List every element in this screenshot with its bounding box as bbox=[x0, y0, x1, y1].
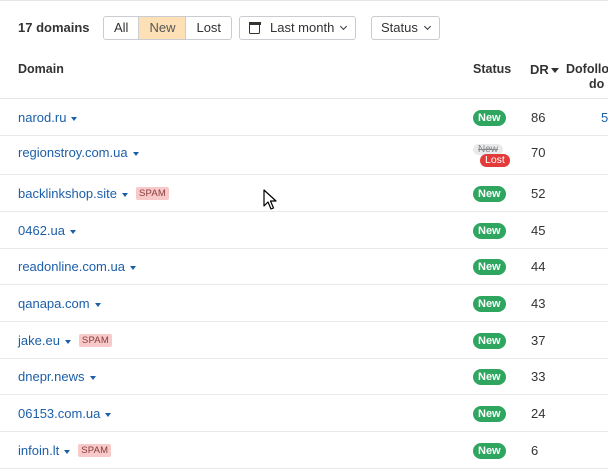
caret-down-icon[interactable] bbox=[132, 151, 139, 156]
caret-down-icon[interactable] bbox=[105, 412, 112, 417]
column-header-dofollow[interactable]: Dofollo do bbox=[566, 62, 608, 92]
dr-value: 70 bbox=[531, 145, 546, 160]
spam-badge: SPAM bbox=[78, 444, 112, 457]
date-range-dropdown[interactable]: Last month bbox=[239, 16, 357, 40]
dr-value: 45 bbox=[531, 223, 546, 238]
status-badge-new: New bbox=[473, 110, 506, 126]
domain-link[interactable]: qanapa.com bbox=[18, 296, 101, 311]
domain-link[interactable]: 0462.ua bbox=[18, 223, 76, 238]
status-badge-new: New bbox=[473, 443, 506, 459]
status-badge-new: New bbox=[473, 223, 506, 239]
status-badge-new: New bbox=[473, 406, 506, 422]
status-filter-segmented-control: All New Lost bbox=[103, 16, 233, 40]
domain-link[interactable]: readonline.com.ua bbox=[18, 259, 136, 274]
table-row: 0462.ua New 45 bbox=[0, 212, 608, 249]
status-badge-new: New bbox=[473, 369, 506, 385]
table-header: Domain Status DR Dofollo do bbox=[0, 51, 608, 99]
dofollow-header-line2: do bbox=[589, 77, 605, 91]
caret-down-icon[interactable] bbox=[64, 449, 71, 454]
dr-value: 24 bbox=[531, 406, 546, 421]
table-row: regionstroy.com.ua New Lost 70 bbox=[0, 136, 608, 175]
status-badge-new: New bbox=[473, 186, 506, 202]
caret-down-icon[interactable] bbox=[89, 375, 96, 380]
table-row: dnepr.news New 33 bbox=[0, 359, 608, 395]
table-row: narod.ru New 86 5 bbox=[0, 99, 608, 136]
dr-value: 37 bbox=[531, 333, 546, 348]
caret-down-icon[interactable] bbox=[70, 229, 76, 234]
table-row: infoin.lt SPAM New 6 bbox=[0, 432, 608, 469]
domain-name: jake.eu bbox=[18, 333, 60, 348]
status-badge-new: New bbox=[473, 259, 506, 275]
caret-down-icon[interactable] bbox=[129, 265, 136, 270]
filter-new-button[interactable]: New bbox=[139, 17, 187, 39]
sort-desc-icon bbox=[550, 68, 559, 73]
domain-name: infoin.lt bbox=[18, 443, 60, 458]
date-range-label: Last month bbox=[270, 20, 335, 35]
domain-link[interactable]: 06153.com.ua bbox=[18, 406, 112, 421]
domain-link[interactable]: infoin.lt SPAM bbox=[18, 443, 112, 458]
dr-value: 43 bbox=[531, 296, 546, 311]
caret-down-icon[interactable] bbox=[122, 192, 128, 197]
column-header-domain: Domain bbox=[18, 62, 64, 76]
status-badge-lost: Lost bbox=[480, 154, 510, 167]
domain-count: 17 domains bbox=[18, 20, 90, 35]
caret-down-icon[interactable] bbox=[94, 302, 101, 307]
dr-value: 52 bbox=[531, 186, 546, 201]
dofollow-value[interactable]: 5 bbox=[601, 110, 608, 125]
domain-name: 06153.com.ua bbox=[18, 406, 101, 421]
caret-down-icon[interactable] bbox=[64, 339, 71, 344]
table-row: 06153.com.ua New 24 bbox=[0, 395, 608, 432]
status-badge-new: New bbox=[473, 333, 506, 349]
domain-name: backlinkshop.site bbox=[18, 186, 117, 201]
domain-name: readonline.com.ua bbox=[18, 259, 125, 274]
dr-value: 86 bbox=[531, 110, 546, 125]
dr-value: 44 bbox=[531, 259, 546, 274]
table-row: readonline.com.ua New 44 bbox=[0, 249, 608, 285]
table-row: backlinkshop.site SPAM New 52 bbox=[0, 175, 608, 212]
table-row: jake.eu SPAM New 37 bbox=[0, 322, 608, 359]
status-dropdown-label: Status bbox=[381, 20, 418, 35]
domain-link[interactable]: regionstroy.com.ua bbox=[18, 145, 139, 160]
backlinks-referring-domains-panel: 17 domains All New Lost Last month Statu… bbox=[0, 0, 608, 469]
status-dropdown[interactable]: Status bbox=[371, 16, 440, 40]
column-header-dr[interactable]: DR bbox=[530, 62, 559, 77]
calendar-icon bbox=[248, 22, 261, 34]
spam-badge: SPAM bbox=[78, 334, 112, 347]
domain-link[interactable]: dnepr.news bbox=[18, 369, 96, 384]
dr-value: 6 bbox=[531, 443, 539, 458]
chevron-down-icon bbox=[340, 22, 348, 31]
status-badge-new: New bbox=[473, 296, 506, 312]
domain-link[interactable]: backlinkshop.site SPAM bbox=[18, 186, 170, 201]
chevron-down-icon bbox=[423, 22, 431, 31]
domain-name: narod.ru bbox=[18, 110, 67, 125]
dr-value: 33 bbox=[531, 369, 546, 384]
dr-header-label: DR bbox=[530, 62, 549, 77]
dofollow-header-line1: Dofollo bbox=[566, 62, 608, 76]
column-header-status: Status bbox=[473, 62, 512, 76]
domain-name: 0462.ua bbox=[18, 223, 65, 238]
domain-link[interactable]: jake.eu SPAM bbox=[18, 333, 112, 348]
domain-name: dnepr.news bbox=[18, 369, 85, 384]
filter-toolbar: 17 domains All New Lost Last month Statu… bbox=[0, 1, 608, 51]
domain-link[interactable]: narod.ru bbox=[18, 110, 78, 125]
table-row: qanapa.com New 43 bbox=[0, 285, 608, 322]
domain-name: qanapa.com bbox=[18, 296, 90, 311]
filter-all-button[interactable]: All bbox=[104, 17, 140, 39]
domain-name: regionstroy.com.ua bbox=[18, 145, 128, 160]
filter-lost-button[interactable]: Lost bbox=[186, 17, 231, 39]
spam-badge: SPAM bbox=[136, 187, 170, 200]
mouse-cursor-icon bbox=[263, 189, 277, 210]
caret-down-icon[interactable] bbox=[71, 116, 78, 121]
